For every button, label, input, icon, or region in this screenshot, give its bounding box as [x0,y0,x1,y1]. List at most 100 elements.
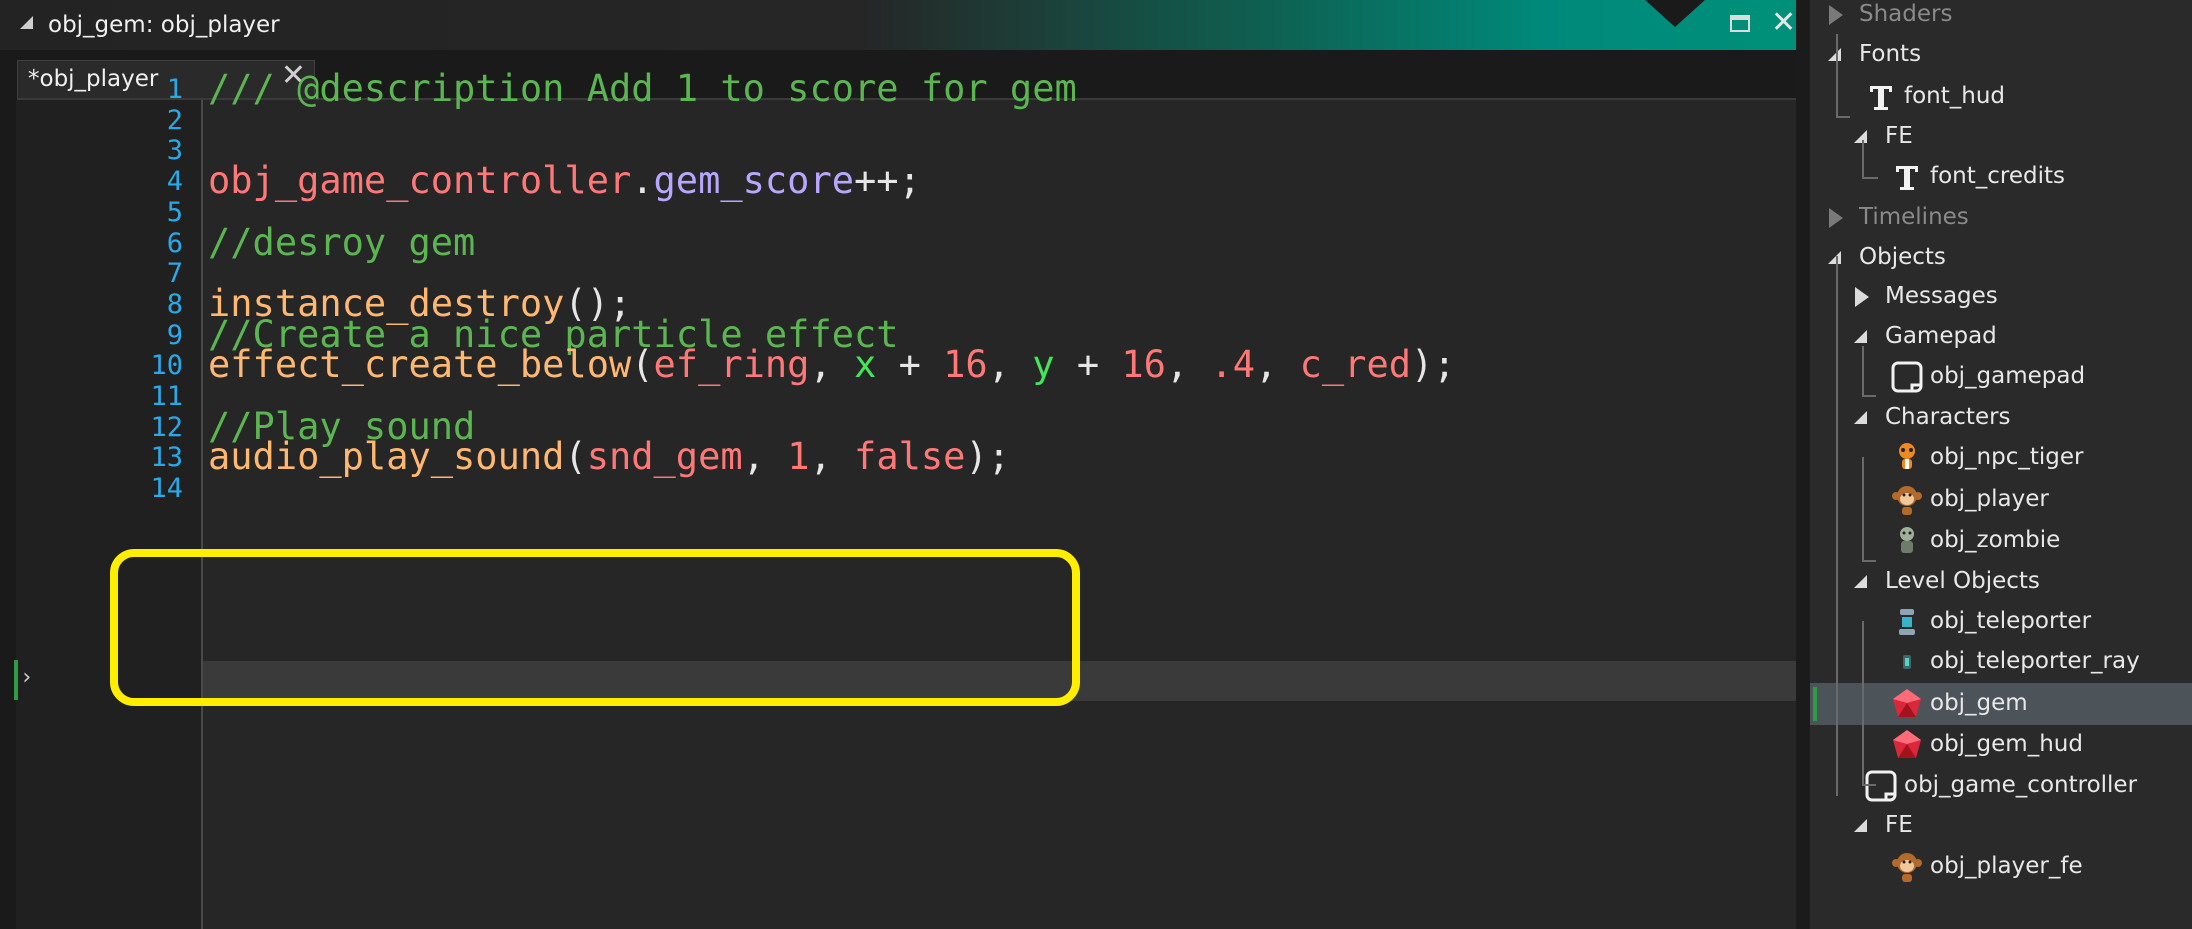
tree-item-shaders[interactable]: Shaders [1810,0,2192,36]
tree-item-label: obj_gem_hud [1930,731,2083,757]
tree-item-objects[interactable]: Objects [1810,237,2192,279]
font-icon [1864,80,1898,114]
code-token: c_red [1299,343,1412,387]
tiger-sprite-icon [1890,441,1924,475]
tree-item-font-hud[interactable]: font_hud [1810,76,2192,118]
resource-tree-panel: Shaders Fonts font_hud FE font_credits Timeli… [1796,0,2192,929]
code-token: .4 [1210,343,1256,387]
code-token: ( [631,343,654,387]
tree-item-label: Messages [1885,283,1998,309]
tree-item-label: font_hud [1904,83,2006,109]
tree-item-obj-gamepad[interactable]: obj_gamepad [1810,356,2192,398]
tree-item-obj-game-controller[interactable]: obj_game_controller [1810,765,2192,807]
tree-item-label: Characters [1885,404,2011,430]
tree-connector-line [1862,457,1864,561]
code-token: ef_ring [653,343,810,387]
monkey-sprite-icon [1890,483,1924,517]
tree-connector-line [1862,140,1864,178]
code-line[interactable]: audio_play_sound(snd_gem, 1, false); [208,435,1010,478]
expand-arrow-icon[interactable] [1854,130,1867,143]
code-line[interactable]: /// @description Add 1 to score for gem [208,67,1077,110]
collapse-arrow-icon[interactable] [1829,5,1843,25]
tree-item-label: Fonts [1859,41,1922,67]
tree-item-level-objects[interactable]: Level Objects [1810,561,2192,603]
teleporter-ray-sprite-icon [1890,645,1924,679]
code-token: , [1165,343,1211,387]
tree-item-gamepad[interactable]: Gamepad [1810,316,2192,358]
titlebar-notch [1645,0,1705,27]
collapse-arrow-icon[interactable] [1855,287,1869,307]
code-token: false [854,435,966,479]
expand-arrow-icon[interactable] [1854,330,1867,343]
code-token: 16 [943,343,988,387]
tree-item-obj-teleporter[interactable]: obj_teleporter [1810,601,2192,643]
expand-arrow-icon[interactable] [1854,411,1867,424]
expand-arrow-icon[interactable] [1828,251,1841,264]
monkey-sprite-icon [1890,850,1924,884]
window-title: obj_gem: obj_player [48,12,280,38]
tree-item-label: obj_teleporter [1930,608,2092,634]
tree-connector-line [1836,116,1850,118]
tree-item-obj-player-fe[interactable]: obj_player_fe [1810,846,2192,888]
collapse-icon[interactable] [20,16,33,29]
tree-item-timelines[interactable]: Timelines [1810,197,2192,239]
tree-connector-line [1862,560,1876,562]
code-line[interactable]: effect_create_below(ef_ring, x + 16, y +… [208,343,1456,386]
tree-item-fe[interactable]: FE [1810,116,2192,158]
font-icon [1890,160,1924,194]
maximize-icon[interactable] [1730,15,1750,32]
tree-item-obj-teleporter-ray[interactable]: obj_teleporter_ray [1810,641,2192,683]
code-token: y [1032,343,1055,387]
tree-item-fonts[interactable]: Fonts [1810,34,2192,76]
code-token: . [631,159,654,203]
tree-item-label: obj_game_controller [1904,772,2138,798]
expand-arrow-icon[interactable] [1854,575,1867,588]
code-token: , [809,435,855,479]
close-window-icon[interactable]: ✕ [1771,8,1796,38]
tree-item-characters[interactable]: Characters [1810,397,2192,439]
annotation-highlight-box [110,549,1080,706]
tree-item-obj-player[interactable]: obj_player [1810,479,2192,521]
code-token: snd_gem [586,435,743,479]
tree-item-obj-npc-tiger[interactable]: obj_npc_tiger [1810,437,2192,479]
gem-sprite-icon [1890,728,1924,762]
gem-sprite-icon [1890,687,1924,721]
code-line[interactable]: //desroy gem [208,221,475,264]
code-token: 1 [787,435,810,479]
code-token: audio_play_sound [208,435,565,479]
code-line[interactable]: obj_game_controller.gem_score++; [208,159,921,202]
tree-connector-line [1862,784,1876,786]
tree-item-obj-gem-hud[interactable]: obj_gem_hud [1810,724,2192,766]
tree-connector-line [1862,177,1878,179]
tree-item-label: font_credits [1930,163,2066,189]
code-editor-window: obj_gem: obj_player ✕ *obj_player ✕ › 1/… [0,0,1796,929]
line-number: 14 [150,473,183,505]
tree-item-label: obj_gem [1930,690,2028,716]
panel-splitter[interactable] [1796,0,1810,929]
tree-item-label: obj_player [1930,486,2049,512]
expand-arrow-icon[interactable] [1854,819,1867,832]
collapse-arrow-icon[interactable] [1829,208,1843,228]
tree-connector-line [1862,346,1864,396]
tree-connector-line [1862,621,1864,785]
tree-item-obj-gem[interactable]: obj_gem [1810,683,2192,725]
tree-item-label: Objects [1859,244,1946,270]
tree-item-fe[interactable]: FE [1810,805,2192,847]
teleporter-sprite-icon [1890,605,1924,639]
selection-marker [1813,687,1817,721]
editor-titlebar: obj_gem: obj_player ✕ [0,0,1796,50]
code-token: //desroy gem [208,220,476,264]
tree-item-obj-zombie[interactable]: obj_zombie [1810,520,2192,562]
code-token: + [876,343,944,387]
tree-item-messages[interactable]: Messages [1810,276,2192,318]
tree-item-label: obj_zombie [1930,527,2061,553]
tree-item-label: obj_player_fe [1930,853,2083,879]
tree-item-label: Timelines [1859,204,1969,230]
tree-connector-line [1836,256,1838,796]
code-token: obj_game_controller [208,159,632,203]
code-token: x [854,343,877,387]
zombie-sprite-icon [1890,524,1924,558]
expand-arrow-icon[interactable] [1828,48,1841,61]
object-icon [1864,769,1898,803]
code-token: ); [1411,343,1456,387]
